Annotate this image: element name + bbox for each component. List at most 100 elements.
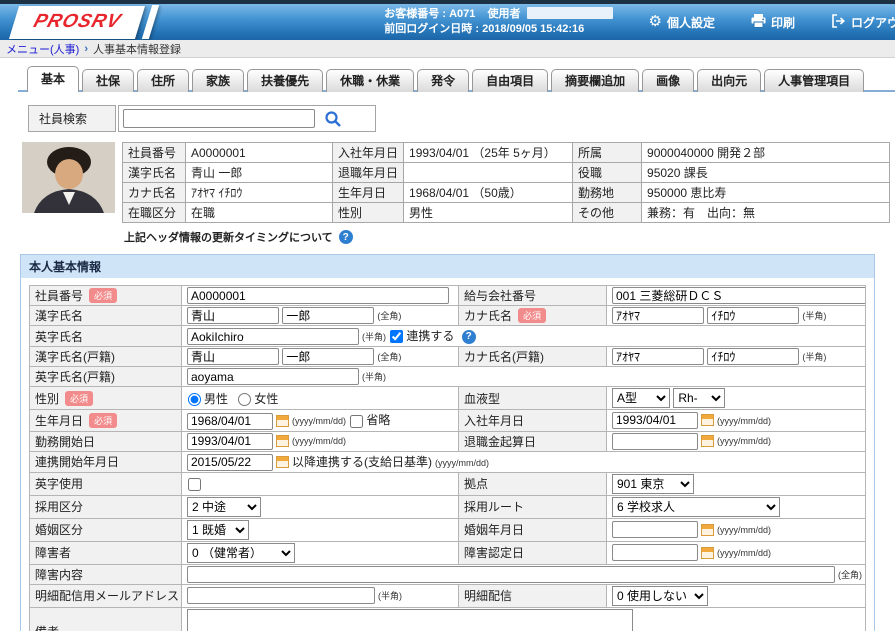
- blood-type-select[interactable]: A型: [612, 388, 670, 408]
- gender-female-radio[interactable]: [238, 393, 251, 406]
- tab-image[interactable]: 画像: [642, 69, 694, 92]
- logout-icon: [831, 14, 846, 31]
- tab-free-items[interactable]: 自由項目: [472, 69, 548, 92]
- calendar-icon[interactable]: [276, 415, 289, 427]
- calendar-icon[interactable]: [701, 524, 714, 536]
- disability-cert-date-field[interactable]: [612, 544, 698, 561]
- employee-search-box: [118, 105, 376, 132]
- row-english-name: 英字氏名 (半角) 連携する ?: [30, 326, 866, 347]
- birth-date-field[interactable]: [187, 413, 273, 430]
- calendar-icon[interactable]: [276, 435, 289, 447]
- row-work-start: 勤務開始日 (yyyy/mm/dd) 退職金起算日 (yyyy/mm/dd): [30, 431, 866, 451]
- tab-hr-management-items[interactable]: 人事管理項目: [764, 69, 864, 92]
- kanji-last-name-field[interactable]: [187, 307, 279, 324]
- hire-date-field[interactable]: [612, 412, 698, 429]
- required-badge: 必須: [89, 288, 117, 303]
- employee-photo: [22, 142, 115, 213]
- kanji-registry-last-field[interactable]: [187, 348, 279, 365]
- disability-select[interactable]: 0 （健常者）: [187, 543, 295, 563]
- english-registry-name-field[interactable]: [187, 368, 359, 385]
- row-employee-number: 社員番号必須 給与会社番号: [30, 286, 866, 306]
- pay-company-field[interactable]: [612, 287, 866, 304]
- marriage-date-field[interactable]: [612, 521, 698, 538]
- tab-social-insurance[interactable]: 社保: [82, 69, 134, 92]
- link-start-date-field[interactable]: [187, 454, 273, 471]
- required-badge: 必須: [65, 391, 93, 406]
- tab-basic[interactable]: 基本: [27, 66, 79, 92]
- summary-row: 在職区分在職 性別男性 その他兼務：有 出向：無: [123, 203, 890, 223]
- birth-omit-checkbox[interactable]: [350, 415, 363, 428]
- row-disability-detail: 障害内容 (全角): [30, 564, 866, 584]
- kana-registry-last-field[interactable]: [612, 348, 704, 365]
- tab-address[interactable]: 住所: [137, 69, 189, 92]
- blood-rh-select[interactable]: Rh-: [673, 388, 725, 408]
- row-english-name-registry: 英字氏名(戸籍) (半角): [30, 367, 866, 387]
- employee-search: 社員検索: [28, 105, 895, 132]
- personal-settings-button[interactable]: ⚙ 個人設定: [649, 14, 715, 31]
- logo-stripe: [142, 5, 159, 39]
- logo-text: PROSRV: [31, 11, 124, 32]
- tab-leave[interactable]: 休職・休業: [326, 69, 414, 92]
- marital-status-select[interactable]: 1 既婚: [187, 520, 249, 540]
- link-name-checkbox[interactable]: [390, 330, 403, 343]
- logo: PROSRV: [14, 4, 154, 40]
- calendar-icon[interactable]: [276, 456, 289, 468]
- calendar-icon[interactable]: [701, 547, 714, 559]
- payslip-mail-field[interactable]: [187, 587, 375, 604]
- calendar-icon[interactable]: [701, 414, 714, 426]
- summary-row: カナ氏名ｱｵﾔﾏ ｲﾁﾛｳ 生年月日1968/04/01 （50歳） 勤務地95…: [123, 183, 890, 203]
- tab-appointment[interactable]: 発令: [417, 69, 469, 92]
- english-use-checkbox[interactable]: [188, 478, 201, 491]
- row-birth-date: 生年月日必須 (yyyy/mm/dd) 省略 入社年月日 (yyyy/mm/dd…: [30, 410, 866, 431]
- page-title: 人事基本情報登録: [93, 41, 181, 57]
- employee-search-label: 社員検索: [28, 105, 116, 132]
- required-badge: 必須: [518, 308, 546, 323]
- tab-dependent-priority[interactable]: 扶養優先: [247, 69, 323, 92]
- disability-detail-field[interactable]: [187, 566, 835, 583]
- breadcrumb-menu-link[interactable]: メニュー(人事): [6, 41, 79, 57]
- section-title: 本人基本情報: [21, 255, 874, 278]
- row-gender: 性別必須 男性 女性 血液型 A型 Rh-: [30, 387, 866, 410]
- tab-summary-add[interactable]: 摘要欄追加: [551, 69, 639, 92]
- search-icon[interactable]: [324, 110, 342, 128]
- app-header: PROSRV お客様番号 : A071 使用者 前回ログイン日時 : 2018/…: [0, 0, 895, 40]
- kana-last-name-field[interactable]: [612, 307, 704, 324]
- severance-base-date-field[interactable]: [612, 433, 698, 450]
- tab-family[interactable]: 家族: [192, 69, 244, 92]
- gear-icon: ⚙: [649, 15, 662, 29]
- row-disability: 障害者 0 （健常者） 障害認定日 (yyyy/mm/dd): [30, 541, 866, 564]
- summary-row: 社員番号A0000001 入社年月日1993/04/01 （25年 5ヶ月） 所…: [123, 143, 890, 163]
- employee-search-input[interactable]: [123, 109, 315, 128]
- calendar-icon[interactable]: [701, 435, 714, 447]
- help-icon[interactable]: ?: [339, 230, 353, 244]
- logout-button[interactable]: ログアウト: [831, 14, 895, 31]
- payslip-delivery-select[interactable]: 0 使用しない: [612, 586, 708, 606]
- breadcrumb: メニュー(人事) › 人事基本情報登録: [0, 40, 895, 58]
- kana-first-name-field[interactable]: [707, 307, 799, 324]
- kanji-registry-first-field[interactable]: [282, 348, 374, 365]
- print-button[interactable]: 印刷: [751, 14, 795, 31]
- tab-secondment-origin[interactable]: 出向元: [697, 69, 761, 92]
- remarks-textarea[interactable]: [187, 609, 633, 631]
- row-remarks: 備考 (全角/半角): [30, 607, 866, 631]
- gender-male-radio[interactable]: [188, 393, 201, 406]
- hire-route-select[interactable]: 6 学校求人: [612, 497, 780, 517]
- basic-info-form: 社員番号必須 給与会社番号 漢字氏名 (全角) カナ氏名必須 (半角) 英字氏名…: [29, 285, 866, 631]
- hire-type-select[interactable]: 2 中途: [187, 497, 261, 517]
- row-mail-address: 明細配信用メールアドレス (半角) 明細配信 0 使用しない: [30, 584, 866, 607]
- english-name-field[interactable]: [187, 328, 359, 345]
- basic-info-section: 本人基本情報 社員番号必須 給与会社番号 漢字氏名 (全角) カナ氏名必須 (半…: [20, 254, 875, 631]
- employee-number-field[interactable]: [187, 287, 449, 304]
- work-start-field[interactable]: [187, 433, 273, 450]
- user-label: 使用者: [488, 8, 521, 20]
- printer-icon: [751, 14, 766, 31]
- customer-number: お客様番号 : A071: [384, 8, 475, 20]
- last-login: 前回ログイン日時 : 2018/09/05 15:42:16: [384, 22, 612, 37]
- help-icon[interactable]: ?: [462, 330, 476, 344]
- kanji-first-name-field[interactable]: [282, 307, 374, 324]
- employee-summary: 社員番号A0000001 入社年月日1993/04/01 （25年 5ヶ月） 所…: [22, 142, 895, 223]
- logo-box: PROSRV: [9, 6, 145, 39]
- base-location-select[interactable]: 901 東京: [612, 474, 694, 494]
- kana-registry-first-field[interactable]: [707, 348, 799, 365]
- breadcrumb-arrow: ›: [84, 43, 88, 55]
